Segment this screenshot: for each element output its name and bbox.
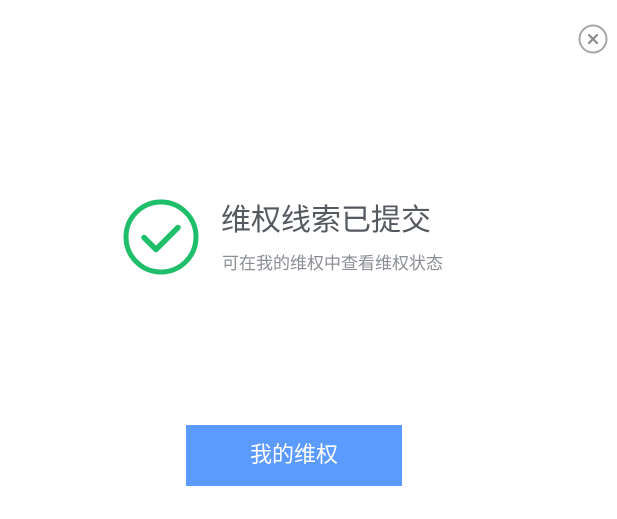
- check-circle-icon: [123, 199, 199, 275]
- close-circle-icon: [578, 24, 608, 54]
- success-check-icon-wrapper: [123, 199, 199, 275]
- dialog-title: 维权线索已提交: [221, 203, 431, 238]
- dialog-subtitle: 可在我的维权中查看维权状态: [222, 254, 443, 274]
- submission-success-dialog: 维权线索已提交 可在我的维权中查看维权状态 我的维权: [0, 0, 617, 519]
- my-rights-button[interactable]: 我的维权: [186, 425, 402, 486]
- close-button[interactable]: [578, 24, 608, 54]
